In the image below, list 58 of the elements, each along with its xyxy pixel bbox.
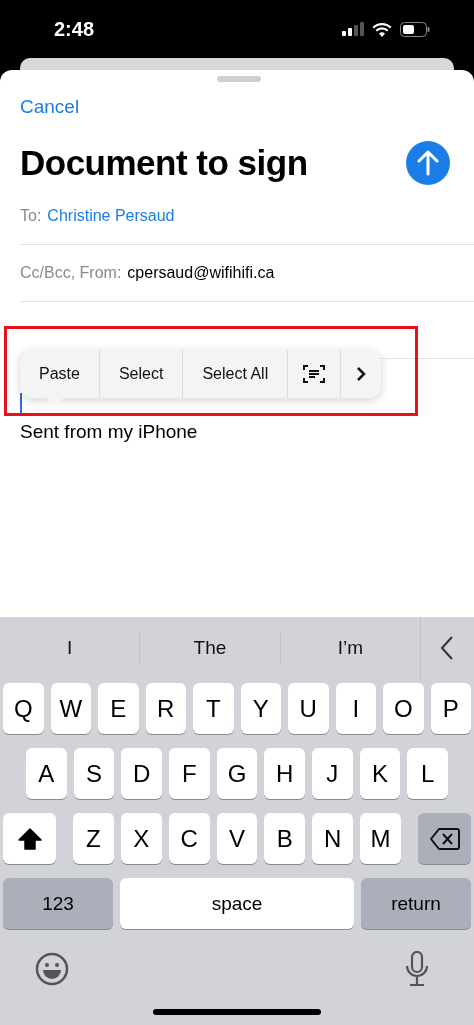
letter-key[interactable]: L — [407, 748, 449, 799]
recipient-token[interactable]: Christine Persaud — [47, 207, 175, 225]
letter-key[interactable]: D — [121, 748, 162, 799]
battery-icon — [400, 21, 430, 37]
signature-text: Sent from my iPhone — [20, 421, 199, 443]
letter-key[interactable]: G — [216, 748, 258, 799]
letter-key[interactable]: I — [335, 683, 376, 734]
suggestion[interactable]: The — [140, 632, 281, 664]
scan-text-icon — [303, 364, 326, 384]
menu-item[interactable]: Select — [98, 350, 183, 398]
letter-key[interactable]: K — [359, 748, 401, 799]
field-label: To: — [20, 207, 42, 225]
letter-key[interactable]: W — [50, 683, 91, 734]
letter-key[interactable]: F — [169, 748, 210, 799]
menu-item[interactable]: Select All — [182, 350, 288, 398]
letter-key[interactable]: B — [264, 813, 306, 864]
field-label: Cc/Bcc, From: — [20, 264, 122, 282]
letter-key[interactable]: U — [288, 683, 329, 734]
letter-key[interactable]: Z — [73, 813, 114, 864]
mail-subject-title: Document to sign — [20, 143, 308, 183]
chevron-left-icon — [440, 635, 455, 661]
letter-key[interactable]: A — [26, 748, 67, 799]
return-key[interactable]: return — [361, 878, 471, 929]
letter-key[interactable]: Y — [240, 683, 281, 734]
up-arrow-icon — [417, 150, 439, 176]
letter-key[interactable]: O — [383, 683, 424, 734]
letter-key[interactable]: J — [312, 748, 353, 799]
suggestion[interactable]: I’m — [280, 632, 420, 664]
numbers-key[interactable]: 123 — [3, 878, 113, 929]
shift-arrow-icon — [17, 827, 42, 850]
chevron-right-icon — [356, 366, 367, 382]
letter-key[interactable]: C — [168, 813, 210, 864]
letter-key[interactable]: N — [312, 813, 354, 864]
letter-key[interactable]: M — [360, 813, 401, 864]
letter-key[interactable]: Q — [3, 683, 44, 734]
microphone-icon[interactable] — [405, 951, 429, 987]
letter-key[interactable]: E — [98, 683, 139, 734]
delete-key[interactable] — [418, 813, 471, 864]
status-time: 2:48 — [54, 17, 95, 41]
text-cursor — [20, 393, 22, 415]
send-button[interactable] — [406, 141, 450, 185]
letter-key[interactable]: H — [264, 748, 306, 799]
suggestion[interactable]: I — [0, 632, 141, 664]
emoji-icon[interactable] — [35, 952, 69, 986]
field-value[interactable]: cpersaud@wifihifi.ca — [127, 264, 275, 282]
space-key[interactable]: space — [120, 878, 354, 929]
letter-key[interactable]: R — [145, 683, 186, 734]
signal-icon — [342, 22, 364, 36]
cancel-button[interactable]: Cancel — [20, 96, 80, 118]
letter-key[interactable]: V — [216, 813, 258, 864]
menu-item[interactable]: Paste — [20, 350, 99, 398]
letter-key[interactable]: T — [193, 683, 234, 734]
shift-key[interactable] — [3, 813, 56, 864]
backspace-icon — [429, 827, 460, 850]
letter-key[interactable]: S — [73, 748, 115, 799]
letter-key[interactable]: X — [120, 813, 162, 864]
wifi-icon — [372, 21, 392, 37]
letter-key[interactable]: P — [430, 683, 471, 734]
